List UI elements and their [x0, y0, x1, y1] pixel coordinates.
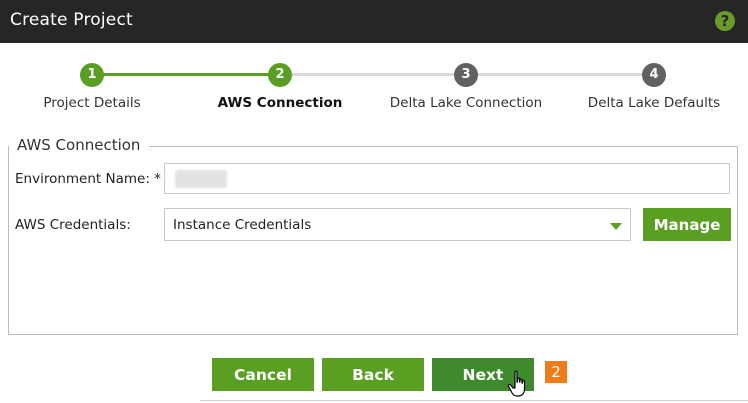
aws-credentials-select[interactable]: Instance Credentials: [164, 208, 631, 241]
step-callout-badge: 2: [545, 361, 567, 383]
dialog-title-bar: Create Project ?: [0, 0, 748, 43]
cancel-button[interactable]: Cancel: [212, 358, 314, 391]
environment-name-input[interactable]: [164, 163, 730, 194]
step-2-label[interactable]: AWS Connection: [218, 95, 343, 111]
step-3-label[interactable]: Delta Lake Connection: [390, 95, 542, 111]
dialog-title: Create Project: [10, 10, 133, 30]
step-3-circle[interactable]: 3: [454, 63, 478, 87]
redacted-value: [175, 170, 227, 188]
aws-credentials-value: Instance Credentials: [173, 217, 312, 233]
group-border: [149, 146, 737, 147]
group-legend: AWS Connection: [15, 136, 143, 154]
help-icon[interactable]: ?: [715, 11, 735, 31]
step-4-label[interactable]: Delta Lake Defaults: [588, 95, 720, 111]
back-button[interactable]: Back: [322, 358, 424, 391]
step-4-circle[interactable]: 4: [642, 63, 666, 87]
chevron-down-icon[interactable]: [610, 223, 622, 230]
aws-credentials-label: AWS Credentials:: [15, 217, 131, 233]
step-connector-3-4: [466, 73, 654, 76]
environment-name-label: Environment Name: *: [15, 171, 161, 187]
step-connector-1-2: [92, 73, 280, 76]
wizard-stepper: 1 2 3 4 Project Details AWS Connection D…: [0, 60, 748, 120]
step-2-circle[interactable]: 2: [268, 63, 292, 87]
manage-button[interactable]: Manage: [643, 208, 731, 241]
step-connector-2-3: [280, 73, 466, 76]
footer-divider: [200, 400, 748, 401]
hand-cursor-icon: [507, 370, 526, 397]
step-1-label[interactable]: Project Details: [43, 95, 140, 111]
step-1-circle[interactable]: 1: [80, 63, 104, 87]
